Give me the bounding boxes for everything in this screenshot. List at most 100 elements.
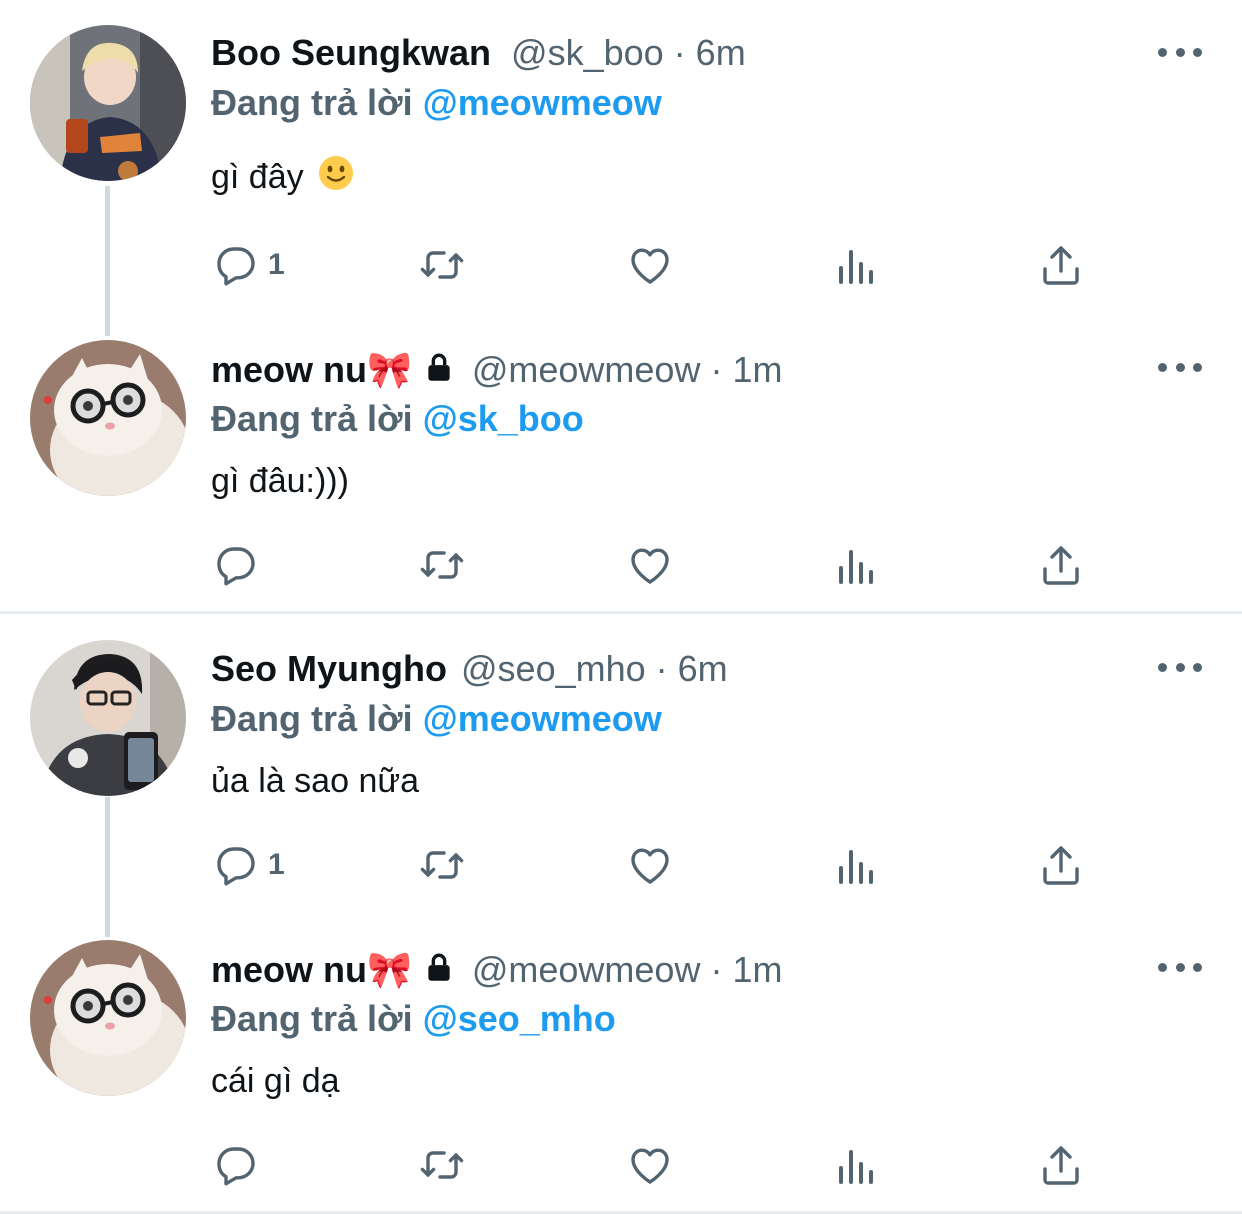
reply-button[interactable]: 1 [212,240,285,290]
conversation-divider [0,611,1242,614]
reply-icon [217,247,255,286]
timestamp[interactable]: 6m [696,32,746,74]
lock-icon [422,951,456,994]
tweet-header: Boo Seungkwan @sk_boo · 6m [211,32,746,74]
timestamp[interactable]: 1m [732,949,782,991]
share-icon [1043,846,1079,885]
replying-prefix: Đang trả lời [211,998,413,1039]
share-button[interactable] [1037,540,1085,590]
replying-to: Đang trả lời @meowmeow [211,698,662,740]
replying-to: Đang trả lời @meowmeow [211,82,662,124]
tweet[interactable]: meow nu🎀 @meowmeow · 1m Đang trả lời @sk… [0,316,1242,612]
like-button[interactable] [626,240,674,290]
tweet-text: ủa là sao nữa [211,762,419,801]
replying-prefix: Đang trả lời [211,82,413,123]
reply-icon [217,1147,255,1186]
avatar[interactable] [30,640,186,796]
tweet-text-content: gì đâu:))) [211,462,349,500]
more-options-icon[interactable] [1158,42,1202,62]
display-name[interactable]: meow nu🎀 [211,949,412,991]
share-button[interactable] [1037,240,1085,290]
separator-dot: · [655,648,668,689]
avatar[interactable] [30,25,186,181]
reply-button[interactable] [212,540,268,590]
heart-icon [631,548,669,584]
avatar[interactable] [30,940,186,1096]
retweet-button[interactable] [418,240,466,290]
mention-link[interactable]: @seo_mho [423,998,616,1039]
display-name[interactable]: meow nu🎀 [211,349,412,391]
timestamp[interactable]: 6m [678,648,728,690]
reply-count: 1 [268,848,285,881]
mention-link[interactable]: @sk_boo [423,398,584,439]
avatar[interactable] [30,340,186,496]
retweet-button[interactable] [418,840,466,890]
share-icon [1043,246,1079,285]
tweet[interactable]: Seo Myungho @seo_mho · 6m Đang trả lời @… [0,616,1242,926]
slightly-smiling-face-icon [318,155,354,200]
user-handle[interactable]: @meowmeow [472,949,701,991]
tweet-actions: 1 [0,840,1242,890]
heart-icon [631,1148,669,1184]
tweet-text: gì đây [211,155,354,200]
separator-dot: · [710,949,723,990]
tweet-header: Seo Myungho @seo_mho · 6m [211,648,728,690]
tweet-text: gì đâu:))) [211,462,349,501]
reply-icon [217,547,255,586]
share-icon [1043,1146,1079,1185]
tweet-text-content: cái gì dạ [211,1062,340,1100]
replying-prefix: Đang trả lời [211,698,413,739]
views-button[interactable] [832,540,880,590]
more-options-icon[interactable] [1158,957,1202,977]
reply-count: 1 [268,248,285,281]
more-options-icon[interactable] [1158,657,1202,677]
cat-with-glasses-icon [30,940,186,1096]
reply-icon [217,847,255,886]
retweet-icon [420,551,464,579]
more-options-icon[interactable] [1158,357,1202,377]
cat-with-glasses-icon [30,340,186,496]
retweet-button[interactable] [418,1140,466,1190]
views-button[interactable] [832,240,880,290]
display-name[interactable]: Seo Myungho [211,648,447,690]
analytics-icon [839,1150,873,1184]
analytics-icon [839,550,873,584]
reply-button[interactable] [212,1140,268,1190]
share-icon [1043,546,1079,585]
tweet-text-content: gì đây [211,158,304,196]
share-button[interactable] [1037,1140,1085,1190]
mention-link[interactable]: @meowmeow [423,698,662,739]
tweet-actions: 1 [0,240,1242,290]
analytics-icon [839,250,873,284]
tweet-header: meow nu🎀 @meowmeow · 1m [211,348,782,391]
timestamp[interactable]: 1m [732,349,782,391]
tweet-text-content: ủa là sao nữa [211,762,420,800]
tweet[interactable]: Boo Seungkwan @sk_boo · 6m Đang trả lời … [0,0,1242,310]
heart-icon [631,248,669,284]
display-name[interactable]: Boo Seungkwan [211,32,491,74]
heart-icon [631,848,669,884]
share-button[interactable] [1037,840,1085,890]
user-handle[interactable]: @meowmeow [472,349,701,391]
analytics-icon [839,850,873,884]
tweet[interactable]: meow nu🎀 @meowmeow · 1m Đang trả lời @se… [0,916,1242,1212]
user-handle[interactable]: @seo_mho [461,648,646,690]
person-avatar-blonde-icon [30,25,186,181]
tweet-text: cái gì dạ [211,1062,340,1101]
views-button[interactable] [832,1140,880,1190]
retweet-icon [420,251,464,279]
tweet-actions [0,540,1242,590]
separator-dot: · [673,32,686,73]
like-button[interactable] [626,540,674,590]
like-button[interactable] [626,840,674,890]
like-button[interactable] [626,1140,674,1190]
retweet-icon [420,851,464,879]
person-avatar-dark-hair-icon [30,640,186,796]
mention-link[interactable]: @meowmeow [423,82,662,123]
tweet-header: meow nu🎀 @meowmeow · 1m [211,948,782,991]
user-handle[interactable]: @sk_boo [511,32,664,74]
retweet-button[interactable] [418,540,466,590]
views-button[interactable] [832,840,880,890]
lock-icon [422,351,456,394]
reply-button[interactable]: 1 [212,840,285,890]
